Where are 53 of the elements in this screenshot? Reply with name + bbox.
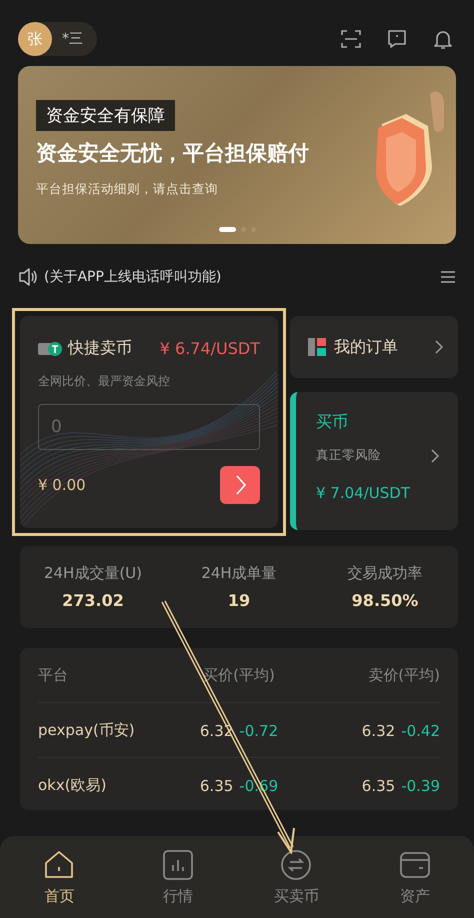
notice-text[interactable]: (关于APP上线电话呼叫功能) <box>44 268 434 286</box>
stat-value: 98.50% <box>352 591 418 610</box>
chart-icon <box>162 848 194 880</box>
price-change: -0.42 <box>401 722 440 740</box>
chevron-icon <box>430 448 440 464</box>
price-value: 6.35 <box>200 776 234 794</box>
chevron-icon <box>434 339 444 355</box>
nav-tab[interactable]: 买卖币 <box>237 848 356 906</box>
buy-price: ¥ 7.04/USDT <box>316 484 412 502</box>
amount-field[interactable]: 0 <box>38 404 260 450</box>
buy-subtitle: 真正零风险 <box>316 447 381 464</box>
buy-title: 买币 <box>316 412 349 433</box>
price-change: -0.39 <box>401 776 440 794</box>
banner-tag: 资金安全有保障 <box>36 100 175 131</box>
stat-label: 交易成功率 <box>348 564 422 583</box>
buy-card[interactable]: 买币 真正零风险 ¥ 7.04/USDT <box>290 392 458 530</box>
stat-label: 24H成交量(U) <box>44 564 142 583</box>
avatar: 张 <box>18 22 52 56</box>
card-subtitle: 全网比价、最严资金风控 <box>38 373 171 390</box>
coin-icon <box>38 340 62 358</box>
scan-icon[interactable] <box>340 28 362 50</box>
price-value: 6.35 <box>362 776 396 794</box>
stat-value: 19 <box>228 591 250 610</box>
price-change: -0.72 <box>239 722 278 740</box>
banner-subline: 平台担保活动细则，请点击查询 <box>36 181 219 198</box>
home-icon <box>43 848 76 880</box>
total-amount: ¥ 0.00 <box>38 476 86 494</box>
stat-label: 24H成单量 <box>201 564 277 583</box>
orders-card[interactable]: 我的订单 <box>290 316 458 378</box>
menu-icon[interactable] <box>440 269 456 285</box>
column-header: 平台 <box>38 666 69 684</box>
orders-label: 我的订单 <box>334 336 399 358</box>
orders-icon <box>308 337 326 357</box>
promo-banner[interactable]: 资金安全有保障 资金安全无忧，平台担保赔付 平台担保活动细则，请点击查询 <box>18 66 456 244</box>
username: *三 <box>62 30 83 48</box>
speaker-icon <box>18 266 38 288</box>
platform-name: okx(欧易) <box>38 776 108 794</box>
nav-tab[interactable]: 资产 <box>356 848 474 906</box>
column-header: 卖价(平均) <box>367 666 440 684</box>
platform-name: pexpay(币安) <box>38 720 136 740</box>
card-title: 快捷卖币 <box>68 338 132 359</box>
submit-button[interactable] <box>220 466 260 504</box>
message-icon[interactable] <box>386 28 408 50</box>
nav-tab[interactable]: 首页 <box>0 848 118 906</box>
stat-value: 273.02 <box>62 591 124 610</box>
bell-icon[interactable] <box>432 28 454 50</box>
banner-headline: 资金安全无忧，平台担保赔付 <box>36 140 310 167</box>
price-value: 6.32 <box>362 722 396 740</box>
sell-price: ¥ 6.74/USDT <box>160 339 260 358</box>
swap-icon <box>280 848 312 880</box>
nav-tab[interactable]: 行情 <box>118 848 237 906</box>
user-chip[interactable]: 张 *三 <box>18 22 97 56</box>
column-header: 买价(平均) <box>202 666 276 684</box>
